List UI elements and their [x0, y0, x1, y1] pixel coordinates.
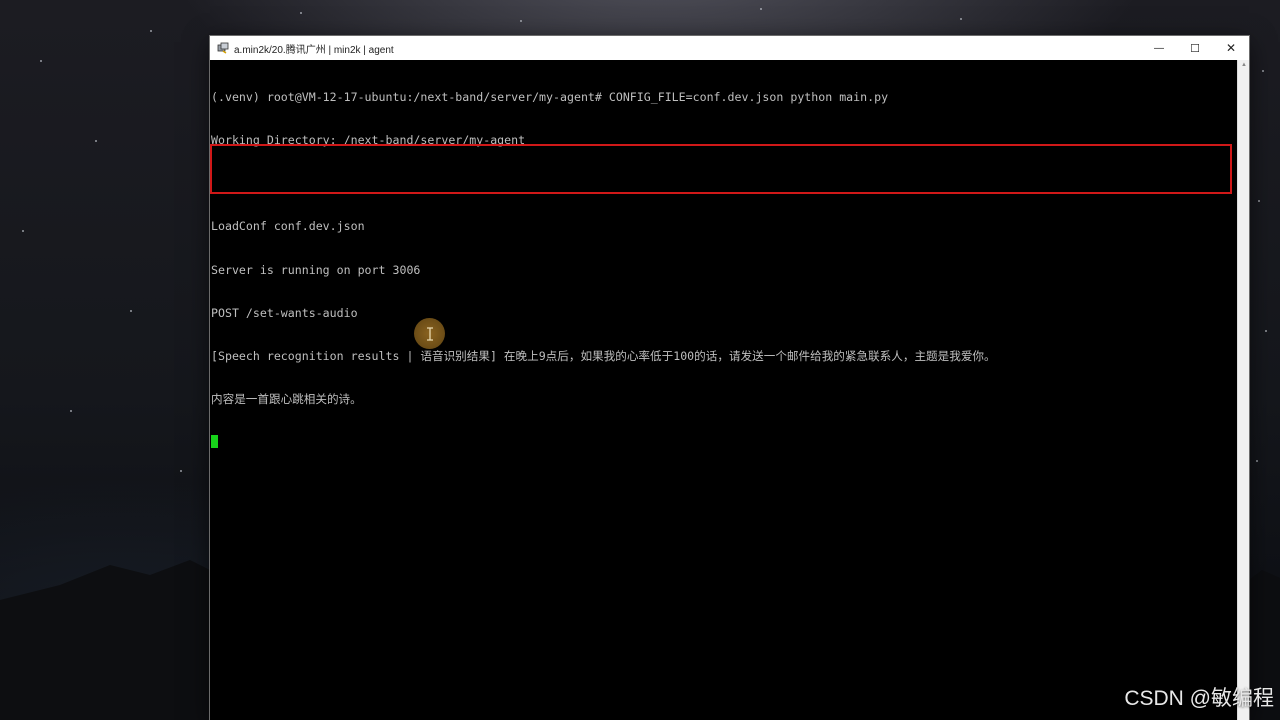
window-controls: — ☐ ✕: [1141, 36, 1249, 60]
terminal-line: LoadConf conf.dev.json: [211, 219, 365, 234]
maximize-button[interactable]: ☐: [1177, 36, 1213, 60]
watermark: CSDN @敏编程: [1124, 687, 1274, 710]
terminal-output[interactable]: (.venv) root@VM-12-17-ubuntu:/next-band/…: [210, 60, 1237, 720]
title-bar[interactable]: a.min2k/20.腾讯广州 | min2k | agent — ☐ ✕: [210, 36, 1249, 60]
putty-terminal-icon: [217, 42, 229, 54]
terminal-line: POST /set-wants-audio: [211, 305, 358, 320]
window-title: a.min2k/20.腾讯广州 | min2k | agent: [234, 44, 394, 56]
text-cursor-icon: [414, 318, 445, 349]
terminal-line: (.venv) root@VM-12-17-ubuntu:/next-band/…: [211, 89, 889, 104]
maximize-icon: ☐: [1190, 42, 1200, 55]
scroll-up-arrow-icon[interactable]: ▲: [1238, 60, 1250, 70]
terminal-line-speech-result: [Speech recognition results | 语音识别结果] 在晚…: [211, 349, 996, 364]
minimize-icon: —: [1154, 42, 1164, 54]
close-icon: ✕: [1225, 41, 1237, 55]
terminal-line-speech-result-cont: 内容是一首跟心跳相关的诗。: [211, 392, 362, 407]
vertical-scrollbar[interactable]: ▲: [1237, 60, 1249, 720]
terminal-line: Server is running on port 3006: [211, 262, 421, 277]
close-button[interactable]: ✕: [1213, 36, 1249, 60]
terminal-cursor: [211, 435, 218, 449]
terminal-prompt-line: [211, 435, 1237, 449]
terminal-line: Working Directory: /next-band/server/my-…: [211, 133, 526, 148]
terminal-window[interactable]: a.min2k/20.腾讯广州 | min2k | agent — ☐ ✕ (.…: [210, 36, 1249, 720]
minimize-button[interactable]: —: [1141, 36, 1177, 60]
